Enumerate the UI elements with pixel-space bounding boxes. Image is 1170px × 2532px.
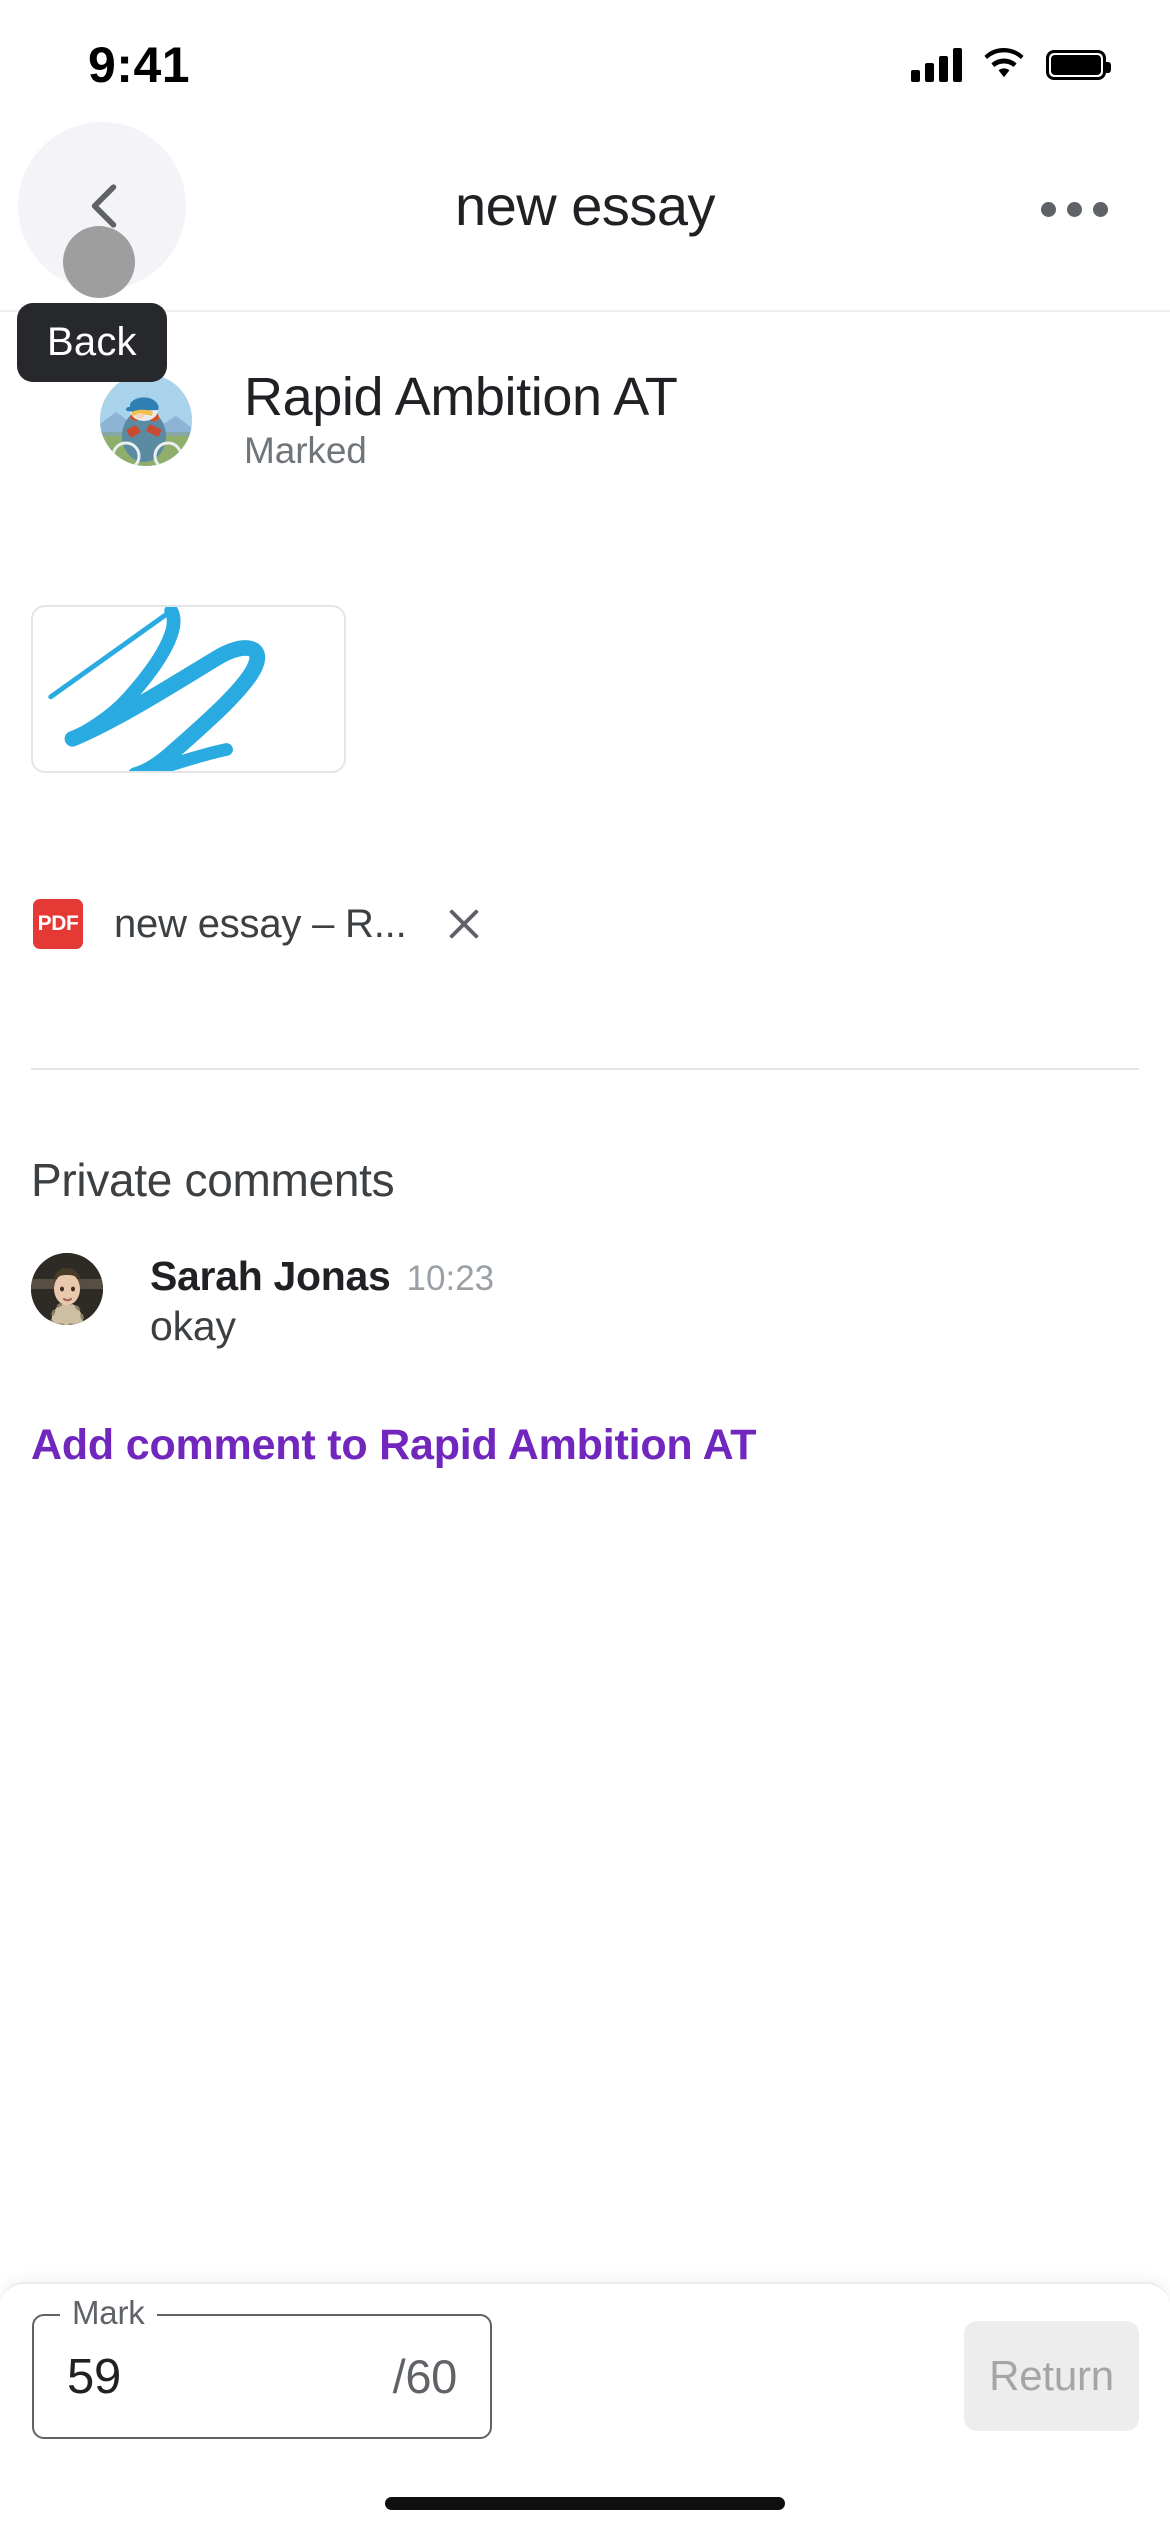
page-title: new essay — [454, 173, 716, 237]
attachment-file-name: new essay – R... — [114, 901, 407, 946]
home-indicator — [385, 2497, 785, 2510]
avatar — [31, 1253, 103, 1325]
status-bar-time: 9:41 — [88, 37, 191, 93]
mark-input-value: 59 — [67, 2349, 121, 2404]
attachment-thumbnail[interactable] — [31, 605, 346, 773]
comment-text: okay — [150, 1303, 236, 1349]
pdf-file-icon: PDF — [33, 899, 83, 949]
mark-input[interactable]: Mark 59 /60 — [32, 2294, 492, 2439]
person-portrait-avatar — [31, 1253, 103, 1325]
comment-timestamp: 10:23 — [406, 1259, 495, 1298]
pdf-badge-label: PDF — [37, 912, 79, 935]
comment-author: Sarah Jonas — [150, 1253, 391, 1299]
list-item: Sarah Jonas 10:23 okay — [31, 1253, 1031, 1350]
close-x-icon — [450, 909, 479, 939]
student-info: Rapid Ambition AT Marked — [244, 367, 678, 472]
cellular-signal-icon — [911, 48, 962, 82]
attachment-file-chip[interactable]: PDF new essay – R... — [33, 896, 492, 952]
section-divider — [31, 1068, 1139, 1070]
battery-full-icon — [1046, 50, 1111, 80]
status-bar: 9:41 — [0, 0, 1170, 100]
avatar — [100, 374, 192, 467]
mark-input-total: /60 — [392, 2350, 458, 2403]
wifi-icon — [984, 48, 1024, 78]
student-header[interactable]: Rapid Ambition AT Marked — [0, 368, 1170, 472]
return-button[interactable]: Return — [964, 2321, 1139, 2431]
bottom-action-bar: Mark 59 /60 Return — [0, 2282, 1170, 2532]
comment-header: Sarah Jonas 10:23 — [150, 1253, 494, 1300]
status-badge: Marked — [244, 430, 367, 472]
add-comment-link[interactable]: Add comment to Rapid Ambition AT — [31, 1421, 757, 1470]
back-tooltip: Back — [17, 303, 167, 382]
comment-body: Sarah Jonas 10:23 okay — [150, 1253, 494, 1350]
navigation-bar: new essay — [0, 100, 1170, 312]
cursor-indicator — [63, 226, 135, 298]
student-name: Rapid Ambition AT — [244, 367, 678, 427]
overflow-menu-icon[interactable] — [1025, 186, 1124, 233]
mark-input-label: Mark — [60, 2294, 157, 2332]
remove-attachment-button[interactable] — [436, 896, 492, 952]
private-comments-heading: Private comments — [31, 1154, 395, 1206]
cyclist-avatar — [100, 374, 192, 467]
blue-scribble-drawing — [48, 607, 266, 771]
status-bar-icons — [911, 48, 1111, 82]
phone-screen: 9:41 new essay Back Rapid Ambition AT Ma… — [0, 0, 1170, 2532]
